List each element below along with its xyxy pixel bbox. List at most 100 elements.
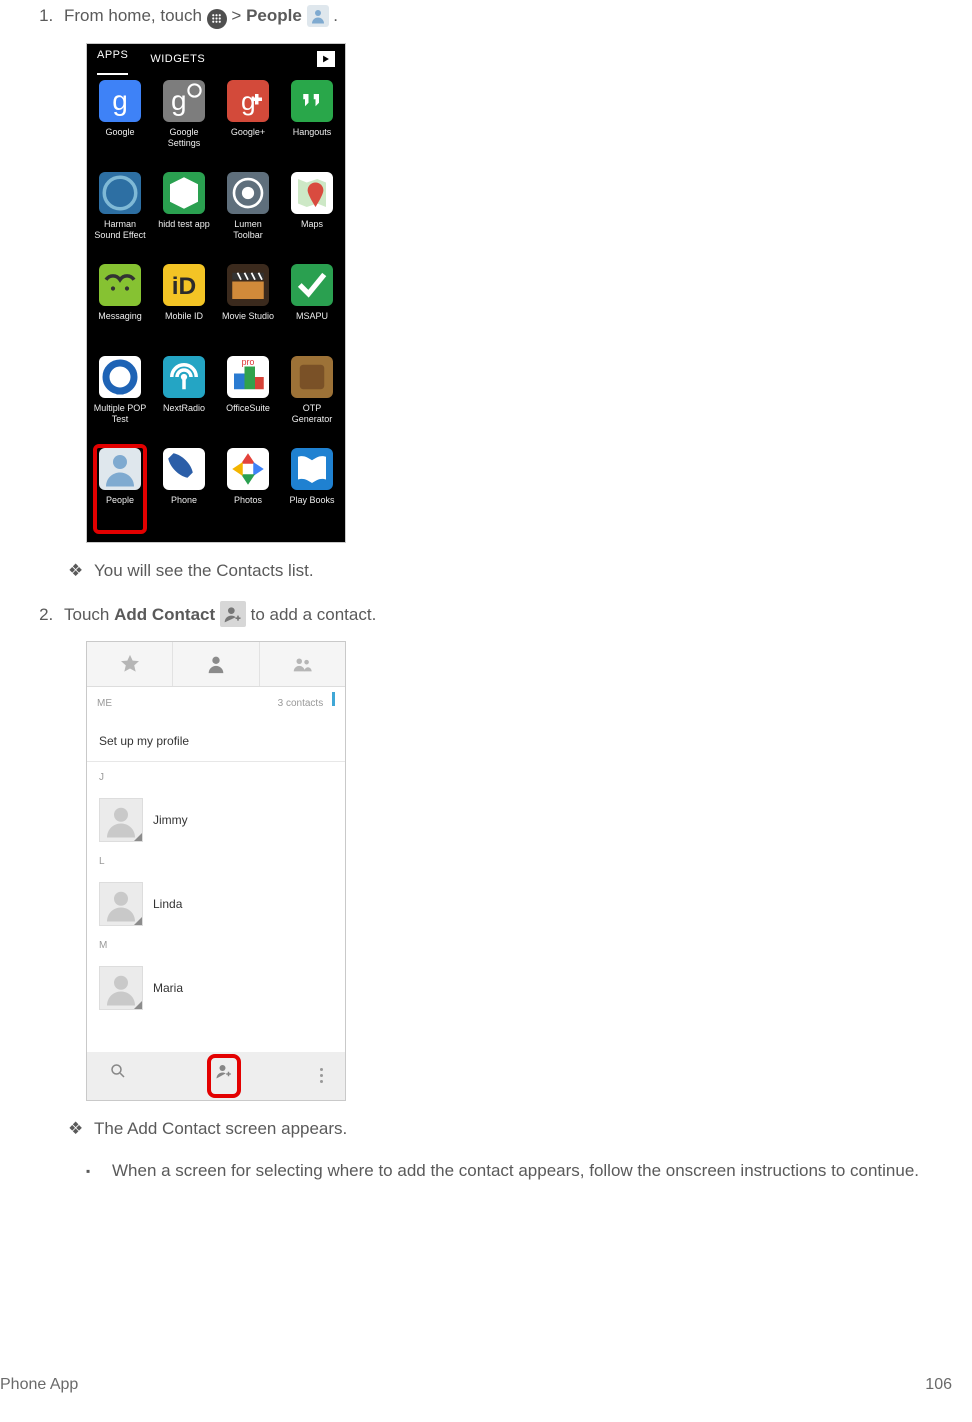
section-letter: J — [87, 762, 345, 794]
shop-icon — [317, 51, 335, 67]
otp-icon — [291, 356, 333, 398]
svg-text:iD: iD — [172, 272, 197, 299]
app-google: g Google — [89, 80, 151, 168]
tab-apps: APPS — [97, 43, 128, 75]
contact-row: Jimmy — [87, 794, 345, 846]
add-contact-highlight — [207, 1054, 241, 1098]
lumen-icon — [227, 172, 269, 214]
contacts-tabs — [87, 642, 345, 687]
phone-icon — [163, 448, 205, 490]
app-photos: Photos — [217, 448, 279, 536]
app-multiple-pop-test: Multiple POP Test — [89, 356, 151, 444]
books-icon — [291, 448, 333, 490]
app-hangouts: Hangouts — [281, 80, 343, 168]
section-letter: L — [87, 846, 345, 878]
app-label: Multiple POP Test — [91, 403, 149, 425]
step2-result: The Add Contact screen appears. — [94, 1117, 952, 1141]
pop-icon — [99, 356, 141, 398]
step1-suffix: . — [333, 6, 338, 25]
contacts-header: ME 3 contacts — [87, 687, 345, 721]
hangouts-icon — [291, 80, 333, 122]
section-letter: M — [87, 930, 345, 962]
step2-note: When a screen for selecting where to add… — [112, 1159, 952, 1183]
app-label: Google — [105, 127, 134, 138]
me-label: ME — [97, 692, 112, 716]
tab-groups — [260, 642, 345, 686]
messaging-icon — [99, 264, 141, 306]
step1-sep: > — [231, 6, 246, 25]
app-label: Messaging — [98, 311, 142, 322]
photos-icon — [227, 448, 269, 490]
contacts-screenshot: ME 3 contacts Set up my profile JJimmyLL… — [86, 641, 346, 1101]
app-msapu: MSAPU — [281, 264, 343, 352]
app-maps: Maps — [281, 172, 343, 260]
app-label: MSAPU — [296, 311, 328, 322]
app-officesuite: pro OfficeSuite — [217, 356, 279, 444]
check-icon — [291, 264, 333, 306]
app-label: Phone — [171, 495, 197, 506]
app-label: Mobile ID — [165, 311, 203, 322]
app-play-books: Play Books — [281, 448, 343, 536]
step-1: From home, touch > People . APPS WIDGET — [58, 4, 952, 583]
overflow-icon — [320, 1068, 323, 1083]
app-harman-sound-effect: Harman Sound Effect — [89, 172, 151, 260]
tab-widgets: WIDGETS — [150, 47, 205, 71]
app-google-: g Google+ — [217, 80, 279, 168]
app-label: NextRadio — [163, 403, 205, 414]
maps-icon — [291, 172, 333, 214]
footer-left: Phone App — [0, 1376, 78, 1394]
people-highlight — [93, 444, 147, 534]
svg-text:g: g — [171, 84, 187, 115]
app-label: Movie Studio — [222, 311, 274, 322]
step1-result: You will see the Contacts list. — [94, 559, 952, 583]
app-people: People — [89, 448, 151, 536]
scroll-hint — [332, 692, 335, 706]
avatar — [99, 798, 143, 842]
avatar — [99, 882, 143, 926]
contact-name: Maria — [153, 976, 183, 1000]
app-nextradio: NextRadio — [153, 356, 215, 444]
app-hidd-test-app: hidd test app — [153, 172, 215, 260]
people-icon — [307, 5, 329, 27]
add-contact-button — [215, 1062, 233, 1090]
avatar — [99, 966, 143, 1010]
tab-all-contacts — [173, 642, 259, 686]
add-contact-icon — [220, 601, 246, 627]
app-grid: gGooglegGoogle SettingsgGoogle+HangoutsH… — [87, 74, 345, 542]
app-movie-studio: Movie Studio — [217, 264, 279, 352]
office-icon: pro — [227, 356, 269, 398]
app-label: Photos — [234, 495, 262, 506]
contact-name: Jimmy — [153, 808, 188, 832]
app-label: Lumen Toolbar — [219, 219, 277, 241]
step2-bold: Add Contact — [114, 605, 215, 624]
step-2: Touch Add Contact to add a contact. — [58, 601, 952, 1183]
app-label: Hangouts — [293, 127, 332, 138]
app-label: OfficeSuite — [226, 403, 270, 414]
google-icon: g — [99, 80, 141, 122]
box-icon — [163, 172, 205, 214]
clap-icon — [227, 264, 269, 306]
contact-name: Linda — [153, 892, 182, 916]
app-label: Harman Sound Effect — [91, 219, 149, 241]
app-phone: Phone — [153, 448, 215, 536]
mobileid-icon: iD — [163, 264, 205, 306]
app-mobile-id: iD Mobile ID — [153, 264, 215, 352]
contacts-bottom-bar — [87, 1052, 345, 1100]
contact-row: Maria — [87, 962, 345, 1014]
svg-text:pro: pro — [242, 356, 255, 366]
step1-prefix: From home, touch — [64, 6, 207, 25]
contact-row: Linda — [87, 878, 345, 930]
app-label: Google+ — [231, 127, 265, 138]
app-drawer-screenshot: APPS WIDGETS gGooglegGoogle SettingsgGoo… — [86, 43, 346, 543]
app-label: OTP Generator — [283, 403, 341, 425]
drawer-top-tabs: APPS WIDGETS — [87, 44, 345, 74]
step1-bold: People — [246, 6, 302, 25]
app-google-settings: gGoogle Settings — [153, 80, 215, 168]
footer-right: 106 — [925, 1376, 952, 1394]
harman-icon — [99, 172, 141, 214]
page-footer: Phone App 106 — [0, 1356, 952, 1402]
gplus-icon: g — [227, 80, 269, 122]
app-messaging: Messaging — [89, 264, 151, 352]
search-icon — [109, 1062, 127, 1090]
app-lumen-toolbar: Lumen Toolbar — [217, 172, 279, 260]
